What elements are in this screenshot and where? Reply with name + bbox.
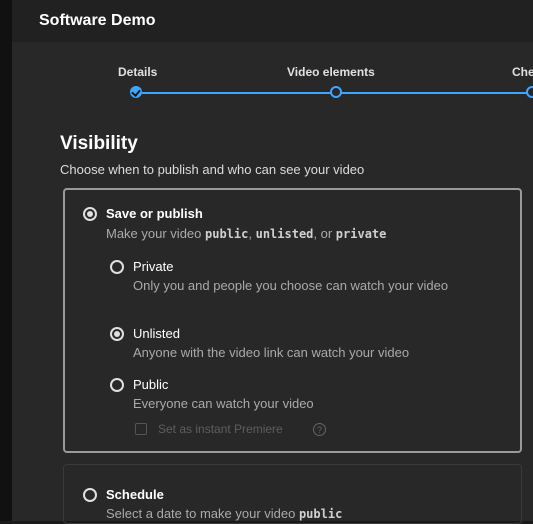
keyword-public: public (205, 227, 249, 241)
keyword-public: public (298, 507, 343, 521)
step-details-label[interactable]: Details (118, 65, 157, 79)
schedule-desc: Select a date to make your video public (106, 505, 342, 523)
help-icon[interactable]: ? (313, 423, 326, 436)
app-header: Software Demo (12, 0, 533, 43)
public-title[interactable]: Public (133, 377, 168, 392)
save-or-publish-title[interactable]: Save or publish (106, 206, 203, 221)
public-desc: Everyone can watch your video (133, 396, 314, 411)
keyword-unlisted: unlisted (255, 227, 314, 241)
public-radio[interactable] (110, 378, 124, 392)
step-checks-label[interactable]: Che (512, 65, 533, 79)
visibility-subheading: Choose when to publish and who can see y… (60, 162, 365, 177)
desc-text: Select a date to make your video (106, 506, 299, 521)
desc-text: Make your video (106, 226, 205, 241)
unlisted-desc: Anyone with the video link can watch you… (133, 345, 410, 360)
private-desc: Only you and people you choose can watch… (133, 278, 449, 293)
save-or-publish-radio[interactable] (83, 207, 97, 221)
stepper: Details Video elements Che (12, 42, 533, 98)
app-title: Software Demo (39, 12, 156, 29)
schedule-radio[interactable] (83, 488, 97, 502)
step-video-elements-label[interactable]: Video elements (287, 65, 375, 79)
private-radio[interactable] (110, 260, 124, 274)
save-or-publish-desc: Make your video public, unlisted, or pri… (106, 225, 386, 243)
window-edge (0, 0, 12, 521)
instant-premiere-label: Set as instant Premiere (158, 422, 283, 436)
unlisted-title[interactable]: Unlisted (133, 326, 180, 341)
keyword-private: private (335, 227, 387, 241)
private-title[interactable]: Private (133, 259, 173, 274)
schedule-title[interactable]: Schedule (106, 487, 164, 502)
desc-sep: , or (313, 226, 336, 241)
unlisted-radio[interactable] (110, 327, 124, 341)
instant-premiere-checkbox[interactable] (135, 423, 147, 435)
visibility-heading: Visibility (60, 133, 138, 154)
step-video-elements-dot-icon[interactable] (330, 86, 342, 98)
step-details-check-icon[interactable] (130, 86, 142, 98)
step-checks-dot-icon[interactable] (526, 86, 533, 98)
desc-sep: , (248, 226, 256, 241)
